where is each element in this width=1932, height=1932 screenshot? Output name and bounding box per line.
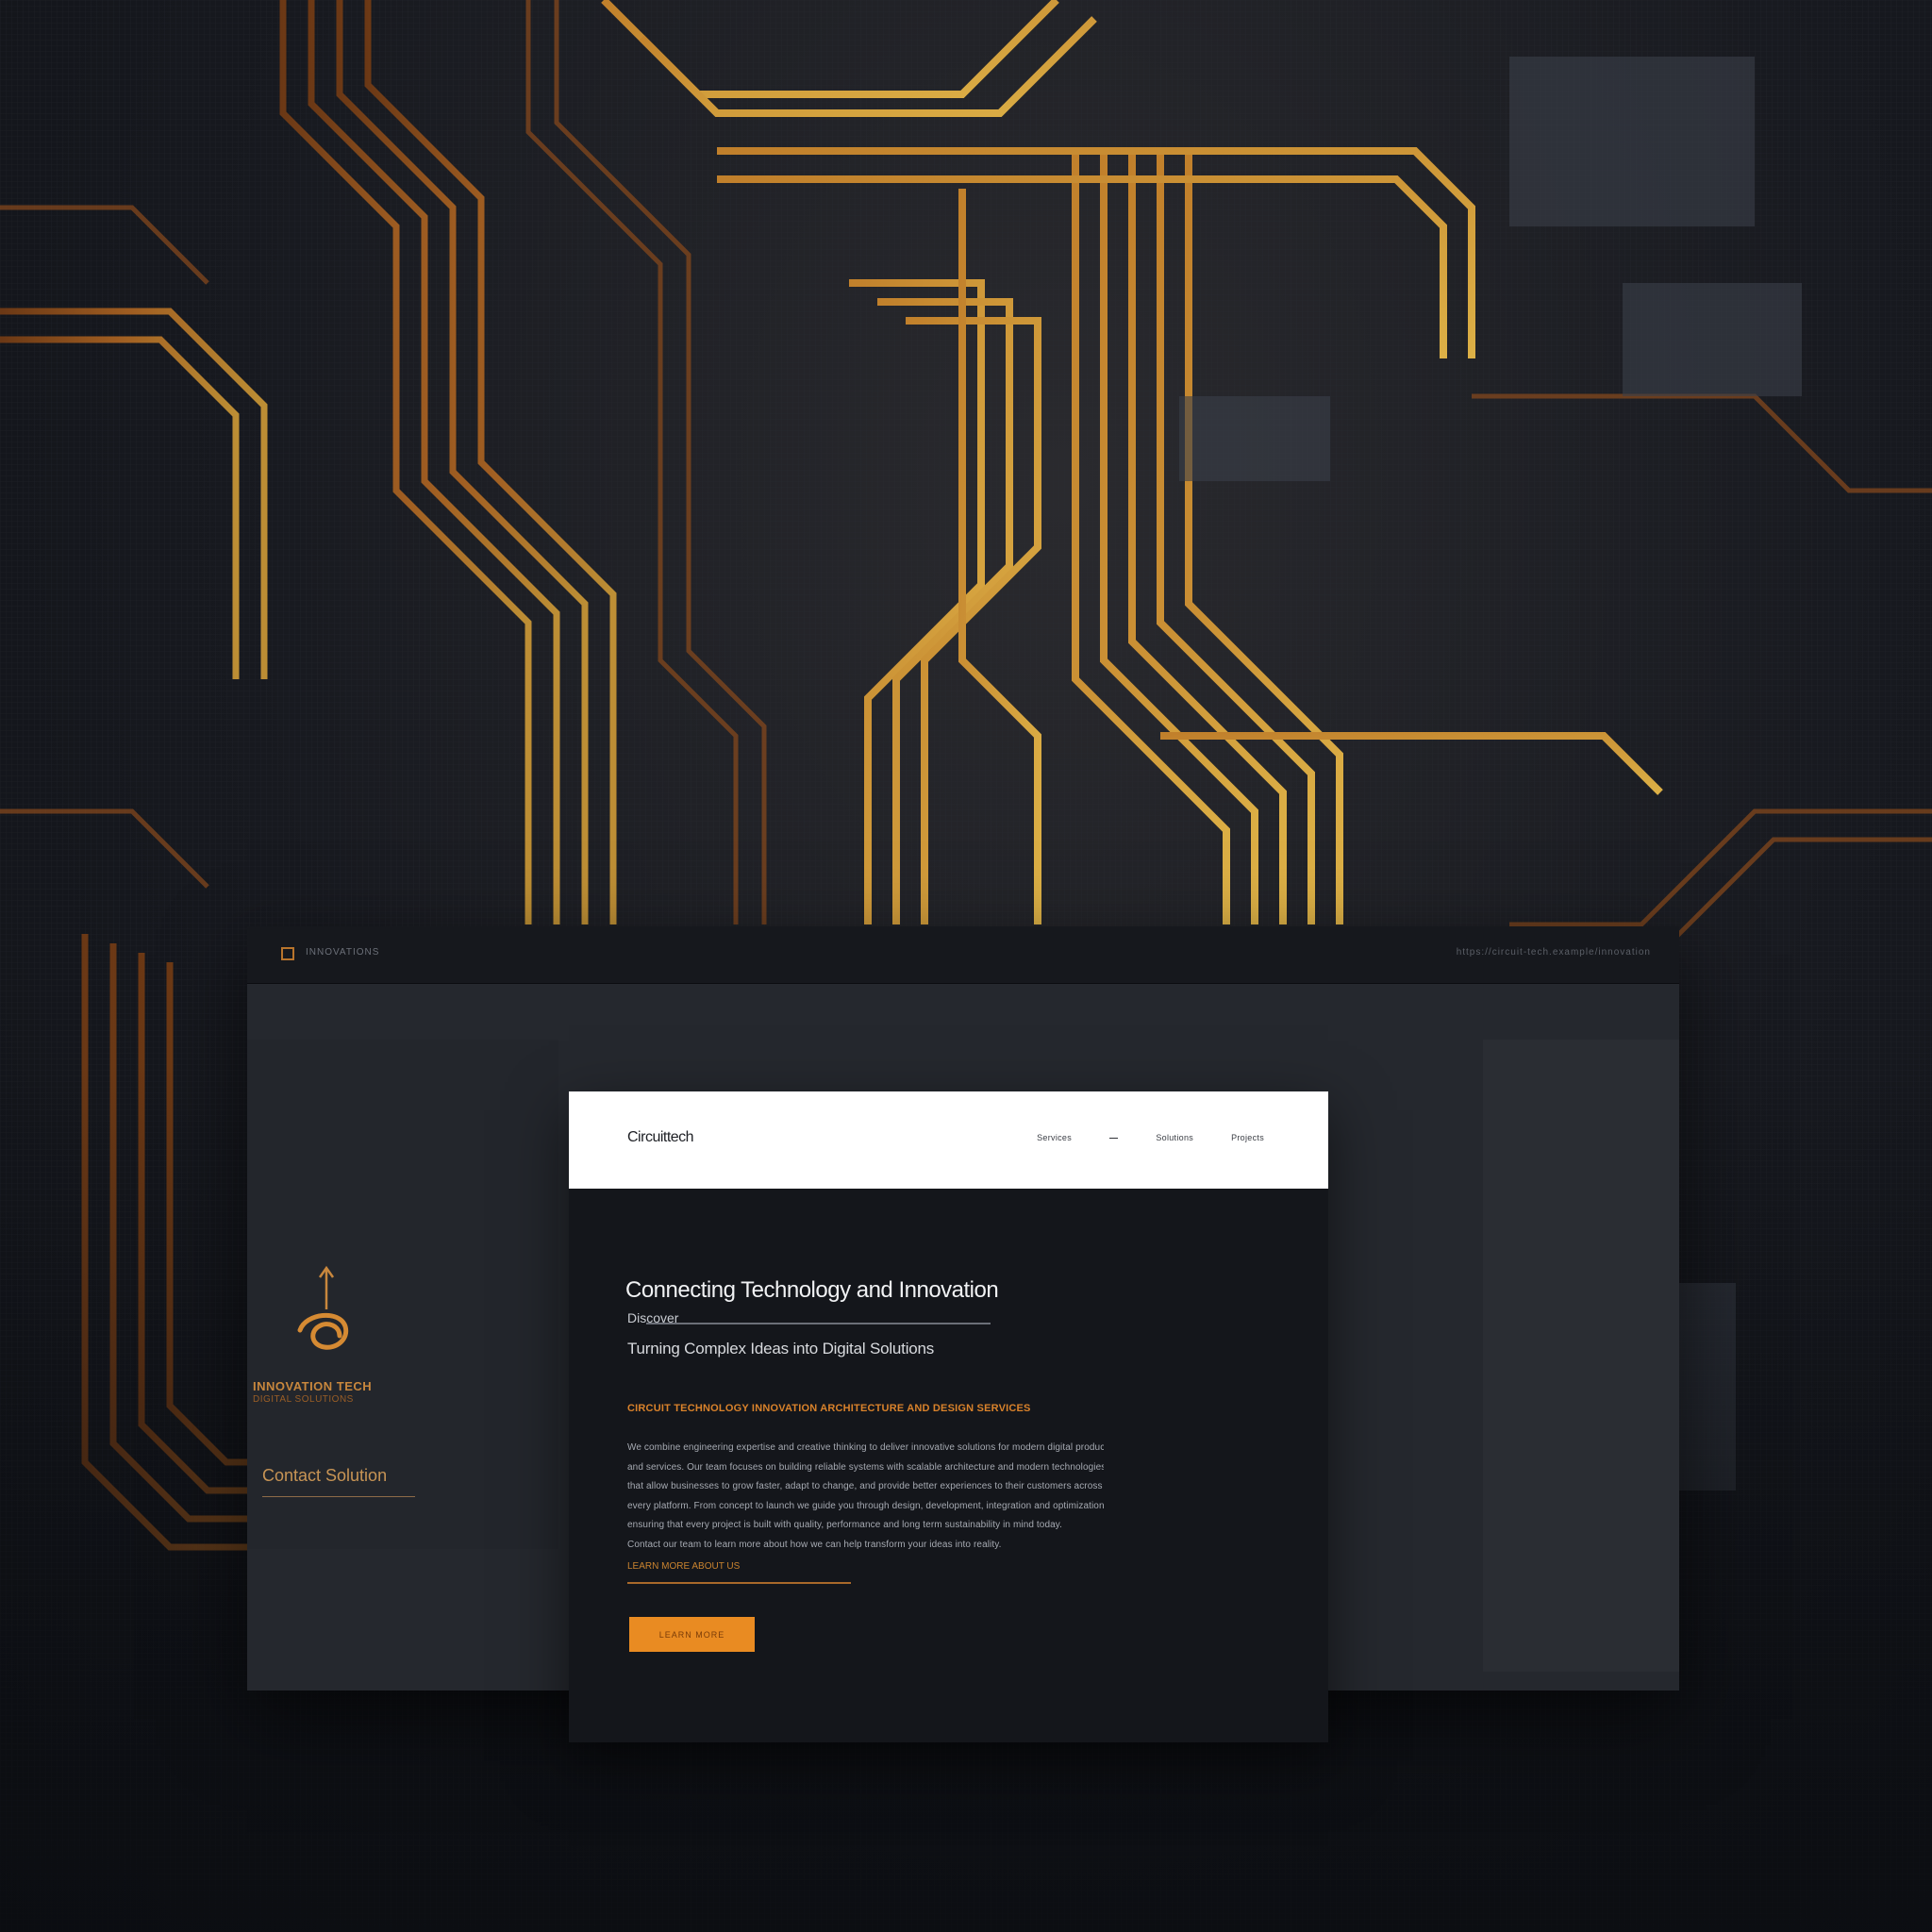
nav-links: Services — Solutions Projects xyxy=(1037,1133,1264,1142)
window-title: INNOVATIONS xyxy=(306,947,380,958)
screen: INNOVATIONS https://circuit-tech.example… xyxy=(0,0,1932,1932)
body-line: that allow businesses to grow faster, ad… xyxy=(627,1481,1103,1492)
section-kicker: CIRCUIT TECHNOLOGY INNOVATION ARCHITECTU… xyxy=(627,1403,1031,1414)
body-line: every platform. From concept to launch w… xyxy=(627,1500,1104,1511)
window-title-bar: INNOVATIONS https://circuit-tech.example… xyxy=(247,926,1679,984)
body-line: and services. Our team focuses on buildi… xyxy=(627,1461,1104,1473)
contact-link-underline xyxy=(262,1496,415,1497)
learn-more-link-underline xyxy=(627,1582,851,1584)
body-line: Contact our team to learn more about how… xyxy=(627,1539,1002,1550)
body-line: We combine engineering expertise and cre… xyxy=(627,1442,1104,1453)
page-navbar: Circuittech Services — Solutions Project… xyxy=(569,1091,1328,1189)
app-icon xyxy=(281,947,294,960)
brand-tagline: DIGITAL SOLUTIONS xyxy=(253,1394,354,1405)
cta-button[interactable]: LEARN MORE xyxy=(629,1617,755,1652)
site-logo[interactable]: Circuittech xyxy=(627,1129,694,1146)
web-page: Circuittech Services — Solutions Project… xyxy=(569,1091,1328,1742)
address-bar[interactable]: https://circuit-tech.example/innovation xyxy=(1457,947,1651,958)
brand-card: INNOVATION TECH DIGITAL SOLUTIONS Contac… xyxy=(247,1040,558,1549)
nav-link-projects[interactable]: Projects xyxy=(1231,1133,1264,1142)
contact-link[interactable]: Contact Solution xyxy=(262,1466,387,1486)
nav-link-services[interactable]: Services xyxy=(1037,1133,1072,1142)
hero-tagline-rule xyxy=(646,1323,991,1324)
nav-link-solutions[interactable]: Solutions xyxy=(1156,1133,1193,1142)
brand-name: INNOVATION TECH xyxy=(253,1379,373,1393)
body-paragraph: We combine engineering expertise and cre… xyxy=(627,1439,1104,1556)
hero-title: Connecting Technology and Innovation xyxy=(625,1277,999,1303)
hero-subtitle: Turning Complex Ideas into Digital Solut… xyxy=(627,1340,935,1357)
brand-logo-icon xyxy=(297,1265,349,1350)
nav-link-separator[interactable]: — xyxy=(1109,1133,1118,1142)
learn-more-link[interactable]: LEARN MORE ABOUT US xyxy=(627,1561,740,1572)
side-panel xyxy=(1483,1040,1679,1672)
body-line: ensuring that every project is built wit… xyxy=(627,1520,1063,1531)
